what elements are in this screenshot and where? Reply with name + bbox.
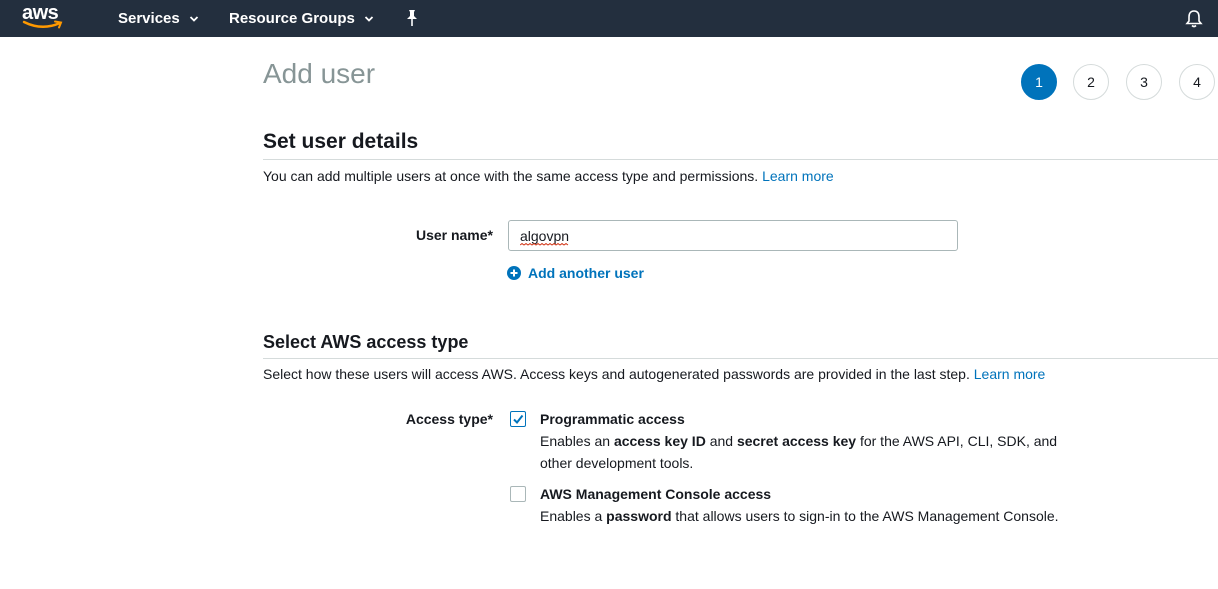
resource-groups-menu[interactable]: Resource Groups	[229, 0, 374, 37]
plus-circle-icon	[507, 266, 521, 280]
access-type-heading: Select AWS access type	[263, 332, 469, 352]
access-type-description: Select how these users will access AWS. …	[263, 366, 1045, 382]
services-label: Services	[118, 10, 180, 27]
programmatic-access-checkbox[interactable]	[510, 411, 526, 427]
programmatic-access-title: Programmatic access	[540, 411, 685, 427]
pin-icon[interactable]	[404, 9, 420, 27]
spellcheck-underline	[520, 243, 569, 246]
add-another-user-link[interactable]: Add another user	[507, 265, 644, 281]
user-name-label: User name*	[415, 227, 493, 243]
add-another-user-label: Add another user	[528, 265, 644, 281]
resource-groups-label: Resource Groups	[229, 10, 355, 27]
amazon-smile-icon	[22, 20, 63, 29]
console-access-checkbox[interactable]	[510, 486, 526, 502]
checkmark-icon	[513, 414, 524, 425]
set-user-details-heading: Set user details	[263, 130, 419, 153]
chevron-down-icon	[189, 15, 198, 22]
top-nav-bar: aws Services Resource Groups	[0, 0, 1218, 37]
learn-more-link[interactable]: Learn more	[974, 366, 1046, 382]
step-4[interactable]: 4	[1179, 64, 1215, 100]
description-text: Select how these users will access AWS. …	[263, 366, 970, 382]
learn-more-link[interactable]: Learn more	[762, 168, 834, 184]
step-3[interactable]: 3	[1126, 64, 1162, 100]
programmatic-access-description: Enables an access key ID and secret acce…	[540, 433, 1058, 471]
aws-logo[interactable]: aws	[22, 3, 66, 33]
description-text: You can add multiple users at once with …	[263, 168, 759, 184]
step-2[interactable]: 2	[1073, 64, 1109, 100]
page-title: Add user	[263, 58, 376, 89]
section-divider	[263, 159, 1218, 160]
step-1[interactable]: 1	[1021, 64, 1057, 100]
services-menu[interactable]: Services	[118, 0, 199, 37]
chevron-down-icon	[364, 15, 374, 22]
bell-icon[interactable]	[1185, 9, 1203, 28]
access-type-label: Access type*	[405, 411, 493, 427]
section-divider	[263, 358, 1218, 359]
console-access-description: Enables a password that allows users to …	[540, 508, 1059, 524]
user-name-input[interactable]	[508, 220, 958, 251]
console-access-title: AWS Management Console access	[540, 486, 772, 502]
set-user-details-description: You can add multiple users at once with …	[263, 168, 834, 184]
